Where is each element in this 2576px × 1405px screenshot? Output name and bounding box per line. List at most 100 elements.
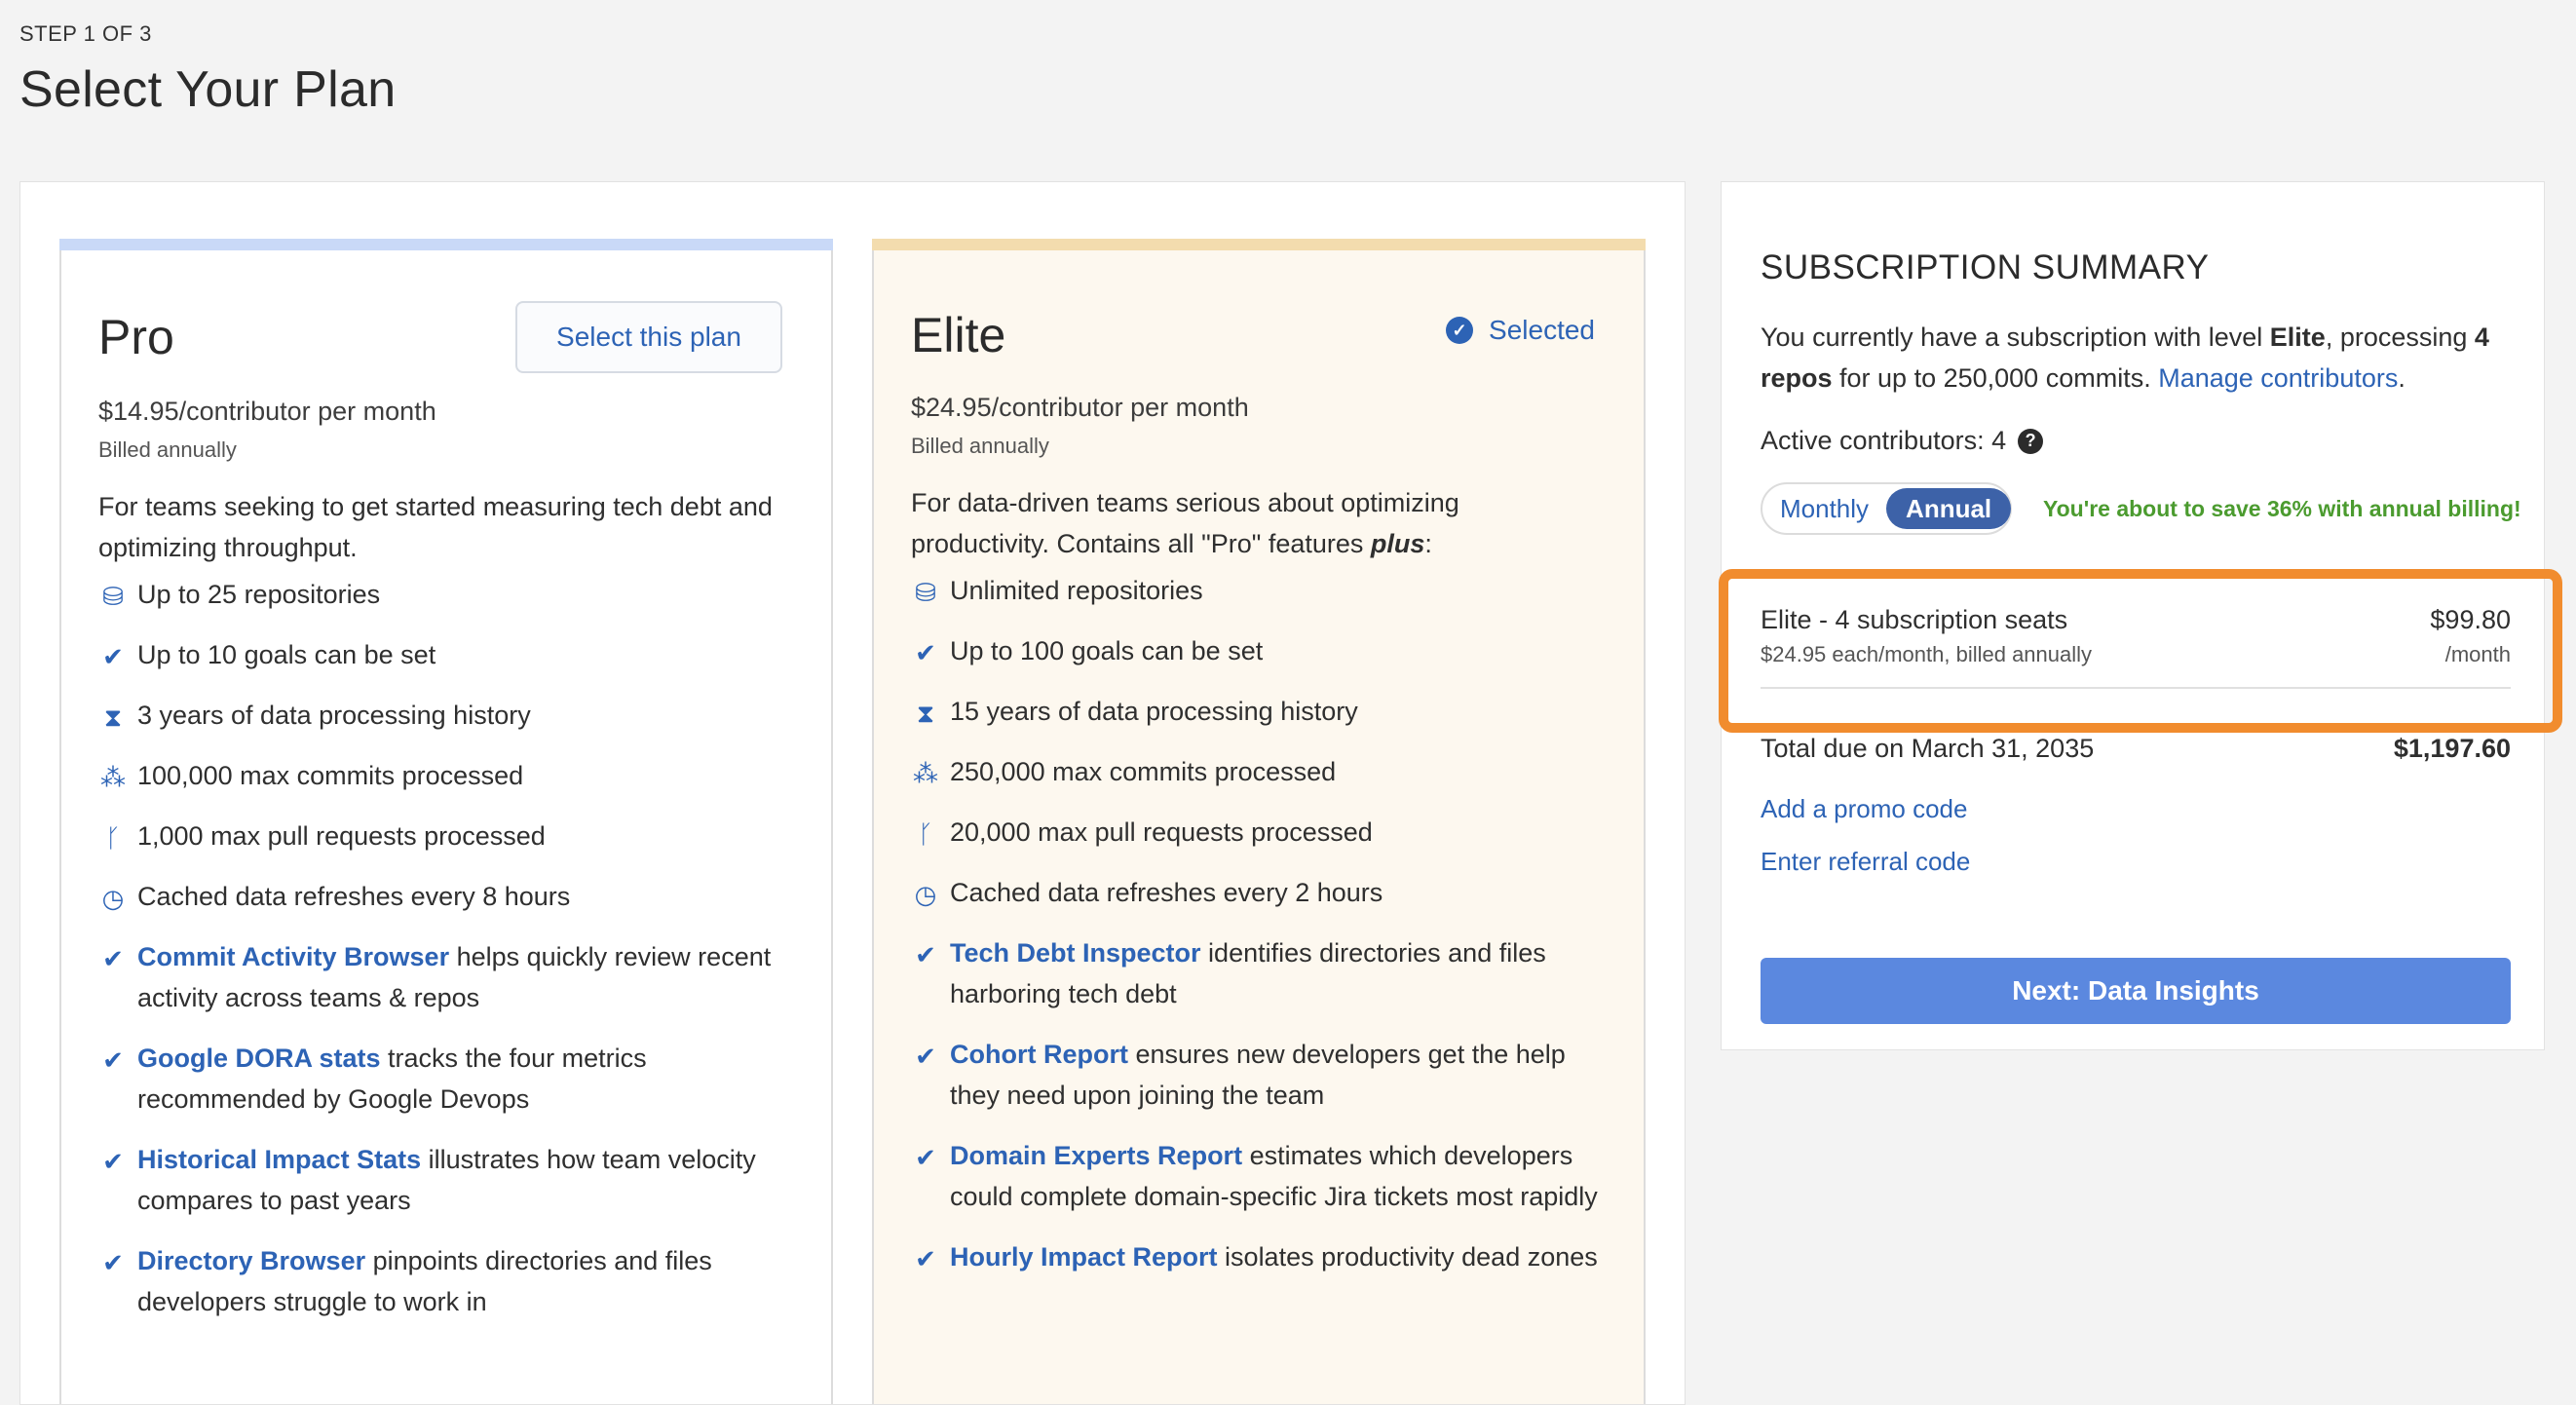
database-icon: ⛁	[102, 582, 124, 611]
feature-link[interactable]: Hourly Impact Report	[950, 1242, 1218, 1272]
feature-text: isolates productivity dead zones	[1217, 1242, 1598, 1272]
database-icon: ⛁	[915, 578, 936, 607]
feature-link[interactable]: Commit Activity Browser	[137, 942, 449, 971]
plan-description: For data-driven teams serious about opti…	[911, 482, 1593, 564]
next-button[interactable]: Next: Data Insights	[1761, 958, 2511, 1024]
feature-text: Up to 100 goals can be set	[950, 636, 1264, 665]
branch-icon: ᚴ	[918, 819, 933, 849]
plan-name: Pro	[98, 310, 174, 364]
feature-text: Up to 25 repositories	[137, 580, 381, 609]
page-title: Select Your Plan	[19, 61, 397, 118]
toggle-annual[interactable]: Annual	[1886, 488, 2012, 529]
hourglass-icon: ⧗	[916, 699, 935, 728]
highlight-box	[1719, 569, 2562, 733]
help-icon[interactable]: ?	[2018, 428, 2044, 454]
feature-text: 1,000 max pull requests processed	[137, 821, 546, 851]
total-due: Total due on March 31, 2035 $1,197.60	[1761, 734, 2511, 764]
selected-label: Selected	[1489, 315, 1595, 345]
feature-item: ✔ Domain Experts Report estimates which d…	[911, 1135, 1612, 1217]
summary-text-4: .	[2398, 363, 2406, 393]
feature-item: ✔ Up to 100 goals can be set	[911, 630, 1612, 671]
referral-code-link[interactable]: Enter referral code	[1761, 847, 1970, 877]
summary-title: SUBSCRIPTION SUMMARY	[1761, 248, 2210, 286]
check-icon: ✔	[915, 1244, 936, 1273]
savings-message: You're about to save 36% with annual bil…	[2043, 496, 2521, 521]
summary-level: Elite	[2269, 323, 2326, 352]
feature-item: ✔ Up to 10 goals can be set	[98, 634, 800, 675]
feature-link[interactable]: Directory Browser	[137, 1246, 365, 1275]
hourglass-icon: ⧗	[103, 702, 123, 732]
feature-item: ⧗ 3 years of data processing history	[98, 695, 800, 736]
plan-price: $14.95/contributor per month	[98, 397, 436, 426]
feature-item: ⁂ 100,000 max commits processed	[98, 755, 800, 796]
promo-code-link[interactable]: Add a promo code	[1761, 794, 1967, 824]
feature-item: ◷ Cached data refreshes every 8 hours	[98, 876, 800, 917]
feature-item: ⁂ 250,000 max commits processed	[911, 751, 1612, 792]
feature-item: ᚴ 20,000 max pull requests processed	[911, 812, 1612, 853]
step-indicator: STEP 1 OF 3	[19, 21, 152, 46]
feature-text: 3 years of data processing history	[137, 701, 531, 730]
plan-description: For teams seeking to get started measuri…	[98, 492, 773, 562]
billing-note: Billed annually	[98, 437, 237, 462]
check-icon: ✔	[102, 944, 124, 973]
description-emphasis: plus	[1370, 529, 1425, 558]
feature-text: 15 years of data processing history	[950, 697, 1358, 726]
feature-text: Cached data refreshes every 2 hours	[950, 878, 1383, 907]
plan-card-elite: Elite ✓ Selected $24.95/contributor per …	[872, 239, 1646, 1404]
feature-text: 250,000 max commits processed	[950, 757, 1337, 786]
page-header: STEP 1 OF 3 Select Your Plan	[19, 21, 396, 119]
feature-item: ⛁ Up to 25 repositories	[98, 574, 800, 615]
feature-item: ✔ Google DORA stats tracks the four metri…	[98, 1038, 800, 1120]
feature-text: 20,000 max pull requests processed	[950, 817, 1373, 847]
summary-text-2: , processing	[2325, 323, 2475, 352]
billing-toggle: Monthly Annual	[1761, 482, 2012, 535]
total-amount: $1,197.60	[2393, 734, 2511, 763]
commits-icon: ⁂	[100, 763, 126, 792]
feature-item: ✔ Historical Impact Stats illustrates how…	[98, 1139, 800, 1221]
feature-list: ⛁ Unlimited repositories ✔ Up to 100 goals …	[911, 570, 1612, 1297]
plan-name: Elite	[911, 308, 1006, 362]
feature-text: Cached data refreshes every 8 hours	[137, 882, 571, 911]
billing-note: Billed annually	[911, 434, 1049, 458]
feature-link[interactable]: Cohort Report	[950, 1040, 1128, 1069]
feature-link[interactable]: Tech Debt Inspector	[950, 938, 1201, 968]
clock-icon: ◷	[914, 880, 937, 909]
check-icon: ✔	[102, 1045, 124, 1075]
check-icon: ✔	[102, 1248, 124, 1277]
plan-price: $24.95/contributor per month	[911, 393, 1249, 422]
plans-panel: Pro Select this plan $14.95/contributor …	[19, 181, 1686, 1405]
summary-text-1: You currently have a subscription with l…	[1761, 323, 2270, 352]
commits-icon: ⁂	[913, 759, 938, 788]
feature-item: ✔ Tech Debt Inspector identifies director…	[911, 932, 1612, 1014]
feature-item: ✔ Commit Activity Browser helps quickly r…	[98, 936, 800, 1018]
total-label: Total due on March 31, 2035	[1761, 734, 2095, 763]
feature-item: ⧗ 15 years of data processing history	[911, 691, 1612, 732]
feature-item: ✔ Directory Browser pinpoints directories…	[98, 1240, 800, 1322]
feature-item: ◷ Cached data refreshes every 2 hours	[911, 872, 1612, 913]
selected-indicator: ✓ Selected	[1446, 315, 1595, 346]
plan-color-bar	[872, 239, 1646, 250]
feature-item: ⛁ Unlimited repositories	[911, 570, 1612, 611]
feature-text: 100,000 max commits processed	[137, 761, 524, 790]
description-end: :	[1424, 529, 1432, 558]
active-contributors-label: Active contributors: 4	[1761, 426, 2007, 455]
feature-link[interactable]: Historical Impact Stats	[137, 1145, 421, 1174]
toggle-monthly[interactable]: Monthly	[1762, 494, 1886, 524]
plan-card-pro: Pro Select this plan $14.95/contributor …	[59, 239, 833, 1404]
active-contributors: Active contributors: 4 ?	[1761, 426, 2044, 456]
feature-text: Unlimited repositories	[950, 576, 1203, 605]
check-icon: ✔	[915, 1042, 936, 1071]
summary-text-3: for up to 250,000 commits.	[1832, 363, 2159, 393]
check-icon: ✔	[102, 1147, 124, 1176]
summary-text: You currently have a subscription with l…	[1761, 317, 2511, 399]
manage-contributors-link[interactable]: Manage contributors	[2158, 363, 2398, 393]
feature-item: ᚴ 1,000 max pull requests processed	[98, 816, 800, 856]
check-icon: ✔	[915, 940, 936, 969]
feature-item: ✔ Hourly Impact Report isolates productiv…	[911, 1236, 1612, 1277]
clock-icon: ◷	[101, 884, 125, 913]
feature-link[interactable]: Domain Experts Report	[950, 1141, 1242, 1170]
feature-item: ✔ Cohort Report ensures new developers ge…	[911, 1034, 1612, 1116]
feature-list: ⛁ Up to 25 repositories ✔ Up to 10 goals ca…	[98, 574, 800, 1342]
select-plan-button[interactable]: Select this plan	[515, 301, 782, 373]
feature-link[interactable]: Google DORA stats	[137, 1044, 381, 1073]
